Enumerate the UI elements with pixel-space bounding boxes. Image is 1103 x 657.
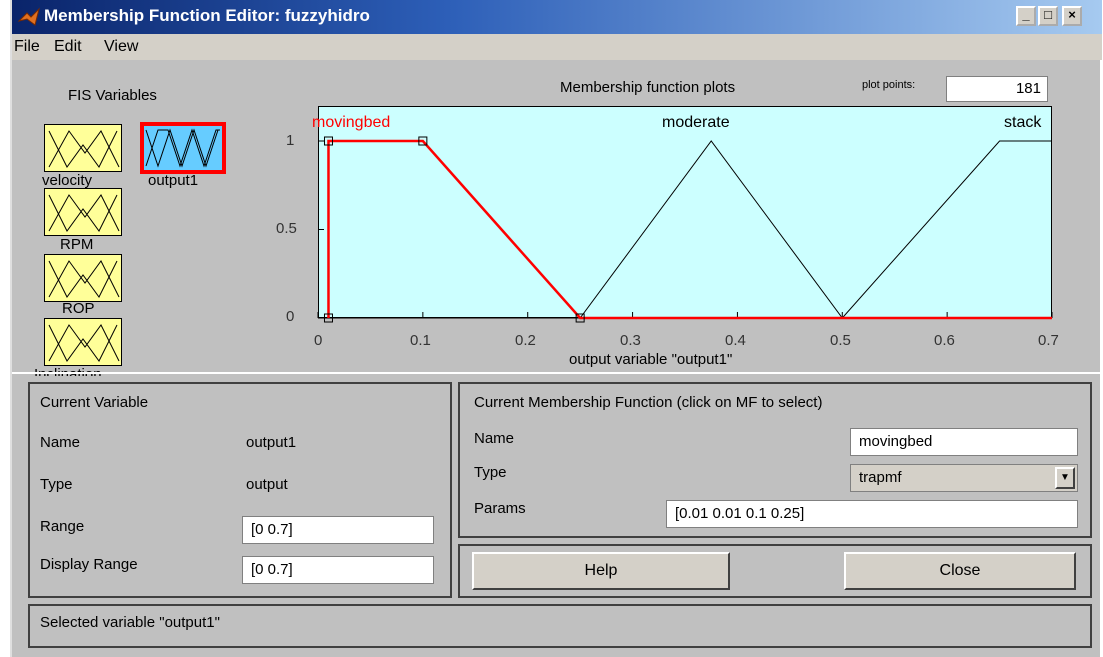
mf-curve-moderate[interactable] (318, 140, 1052, 319)
params-input[interactable]: [0.01 0.01 0.1 0.25] (666, 500, 1078, 528)
mf-name-input[interactable]: movingbed (850, 428, 1078, 456)
mf-type-label: Type (474, 464, 507, 481)
mf-curve-stack[interactable] (318, 140, 1052, 319)
status-text: Selected variable "output1" (40, 614, 220, 631)
status-panel: Selected variable "output1" (28, 604, 1092, 648)
close-button[interactable]: Close (844, 552, 1076, 590)
range-label: Range (40, 518, 85, 535)
help-button[interactable]: Help (472, 552, 730, 590)
x-tick-label: 0.1 (410, 332, 431, 349)
mf-curve-movingbed[interactable] (327, 139, 1052, 320)
variable-name-value: output1 (246, 434, 297, 451)
mf-label-stack[interactable]: stack (1004, 114, 1041, 132)
mf-name-label: Name (474, 430, 515, 447)
current-mf-panel: Current Membership Function (click on MF… (458, 382, 1092, 538)
x-axis-label: output variable "output1" (569, 351, 733, 368)
type-label: Type (40, 476, 73, 493)
mf-type-value: trapmf (859, 469, 902, 486)
mf-plot-svg (317, 136, 1053, 323)
buttons-panel: Help Close (458, 544, 1092, 598)
x-tick-label: 0.5 (830, 332, 851, 349)
y-tick-label: 0.5 (276, 220, 297, 237)
name-label: Name (40, 434, 81, 451)
display-range-label: Display Range (40, 556, 138, 573)
x-tick-label: 0.4 (725, 332, 746, 349)
mf-label-moderate[interactable]: moderate (662, 114, 730, 132)
x-tick-label: 0 (314, 332, 323, 349)
mf-label-movingbed[interactable]: movingbed (312, 114, 390, 132)
mf-type-select[interactable]: trapmf ▼ (850, 464, 1078, 492)
x-tick-label: 0.6 (934, 332, 955, 349)
variable-type-value: output (246, 476, 288, 493)
x-tick-label: 0.2 (515, 332, 536, 349)
current-variable-title: Current Variable (40, 394, 149, 411)
x-tick-label: 0.7 (1038, 332, 1059, 349)
display-range-input[interactable]: [0 0.7] (242, 556, 434, 584)
chevron-down-icon[interactable]: ▼ (1055, 467, 1075, 489)
params-label: Params (474, 500, 526, 517)
current-variable-panel: Current Variable Name output1 Type outpu… (28, 382, 452, 598)
current-mf-title: Current Membership Function (click on MF… (474, 394, 823, 411)
mf-editor-window: Membership Function Editor: fuzzyhidro _… (10, 0, 1102, 657)
y-tick-label: 0 (286, 308, 295, 325)
range-input[interactable]: [0 0.7] (242, 516, 434, 544)
x-tick-label: 0.3 (620, 332, 641, 349)
y-tick-label: 1 (286, 132, 295, 149)
